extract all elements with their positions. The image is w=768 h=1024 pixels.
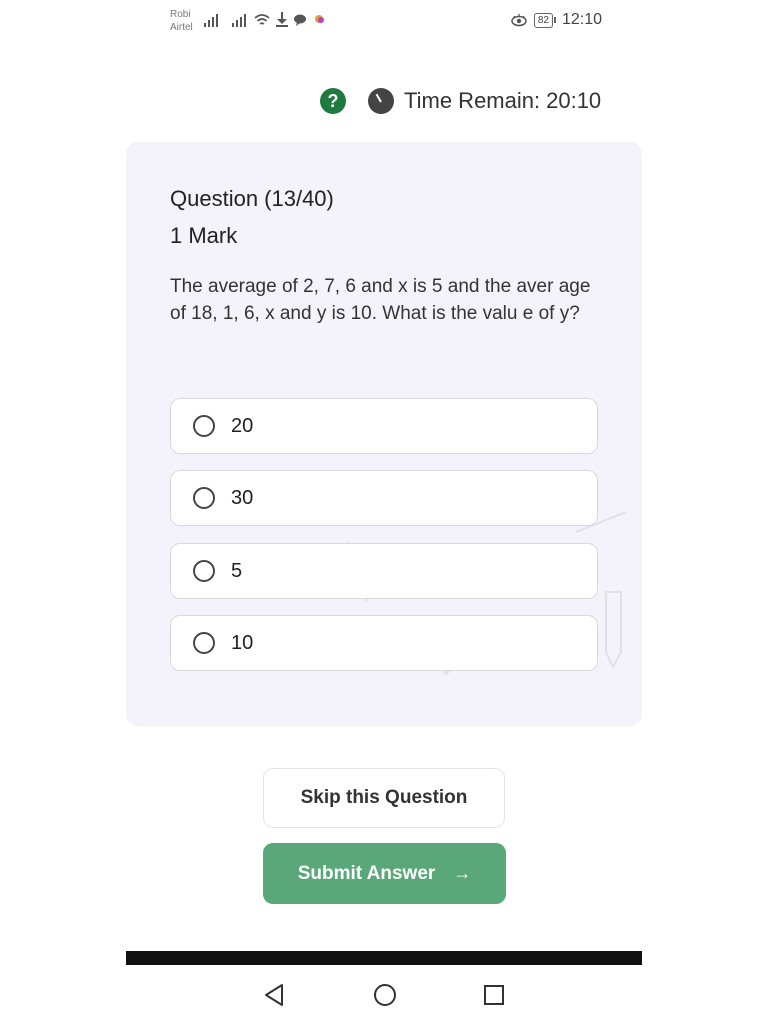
skip-question-button[interactable]: Skip this Question [263,768,505,828]
carrier-labels: Robi Airtel [170,8,193,34]
signal-icon-2 [232,14,246,27]
recent-square-icon[interactable] [482,982,506,1008]
radio-icon[interactable] [193,632,215,654]
option-2[interactable]: 30 [170,470,598,526]
battery-level: 82 [533,12,553,28]
timer-row: ? Time Remain: 20:10 [320,88,601,114]
eye-icon [511,14,527,27]
submit-label: Submit Answer [297,862,436,884]
battery-indicator: 82 [533,12,556,28]
help-icon[interactable]: ? [320,88,346,114]
wifi-icon [254,14,270,25]
question-title: Question (13/40) [170,186,334,211]
timer-value: 20:10 [546,88,602,113]
app-icon [315,15,324,23]
option-label: 10 [231,631,254,654]
system-nav-bar [0,976,768,1016]
timer-label: Time Remain: [404,88,541,113]
status-icons [204,12,324,27]
bottom-divider [126,951,642,965]
carrier-2: Airtel [170,22,193,33]
home-circle-icon[interactable] [372,982,398,1008]
option-label: 30 [231,486,254,509]
radio-icon[interactable] [193,487,215,509]
arrow-right-icon: → [453,863,472,883]
status-time: 12:10 [561,11,602,28]
submit-answer-button[interactable]: Submit Answer → [263,843,506,904]
option-1[interactable]: 20 [170,398,598,454]
radio-icon[interactable] [193,560,215,582]
question-marks: 1 Mark [170,223,238,248]
status-right: 82 12:10 [510,11,602,29]
carrier-1: Robi [170,9,191,20]
status-bar: Robi Airtel 82 12:10 [0,0,768,46]
clock-icon [368,88,394,114]
option-label: 20 [231,414,254,437]
download-icon [276,12,288,27]
signal-icon-1 [204,14,218,27]
option-label: 5 [231,559,243,582]
back-triangle-icon[interactable] [262,982,286,1008]
chat-icon [294,14,306,26]
radio-icon[interactable] [193,415,215,437]
question-text: The average of 2, 7, 6 and x is 5 and th… [170,276,591,324]
question-card: Question (13/40) 1 Mark The average of 2… [126,142,642,726]
option-3[interactable]: 5 [170,543,598,599]
option-4[interactable]: 10 [170,615,598,671]
